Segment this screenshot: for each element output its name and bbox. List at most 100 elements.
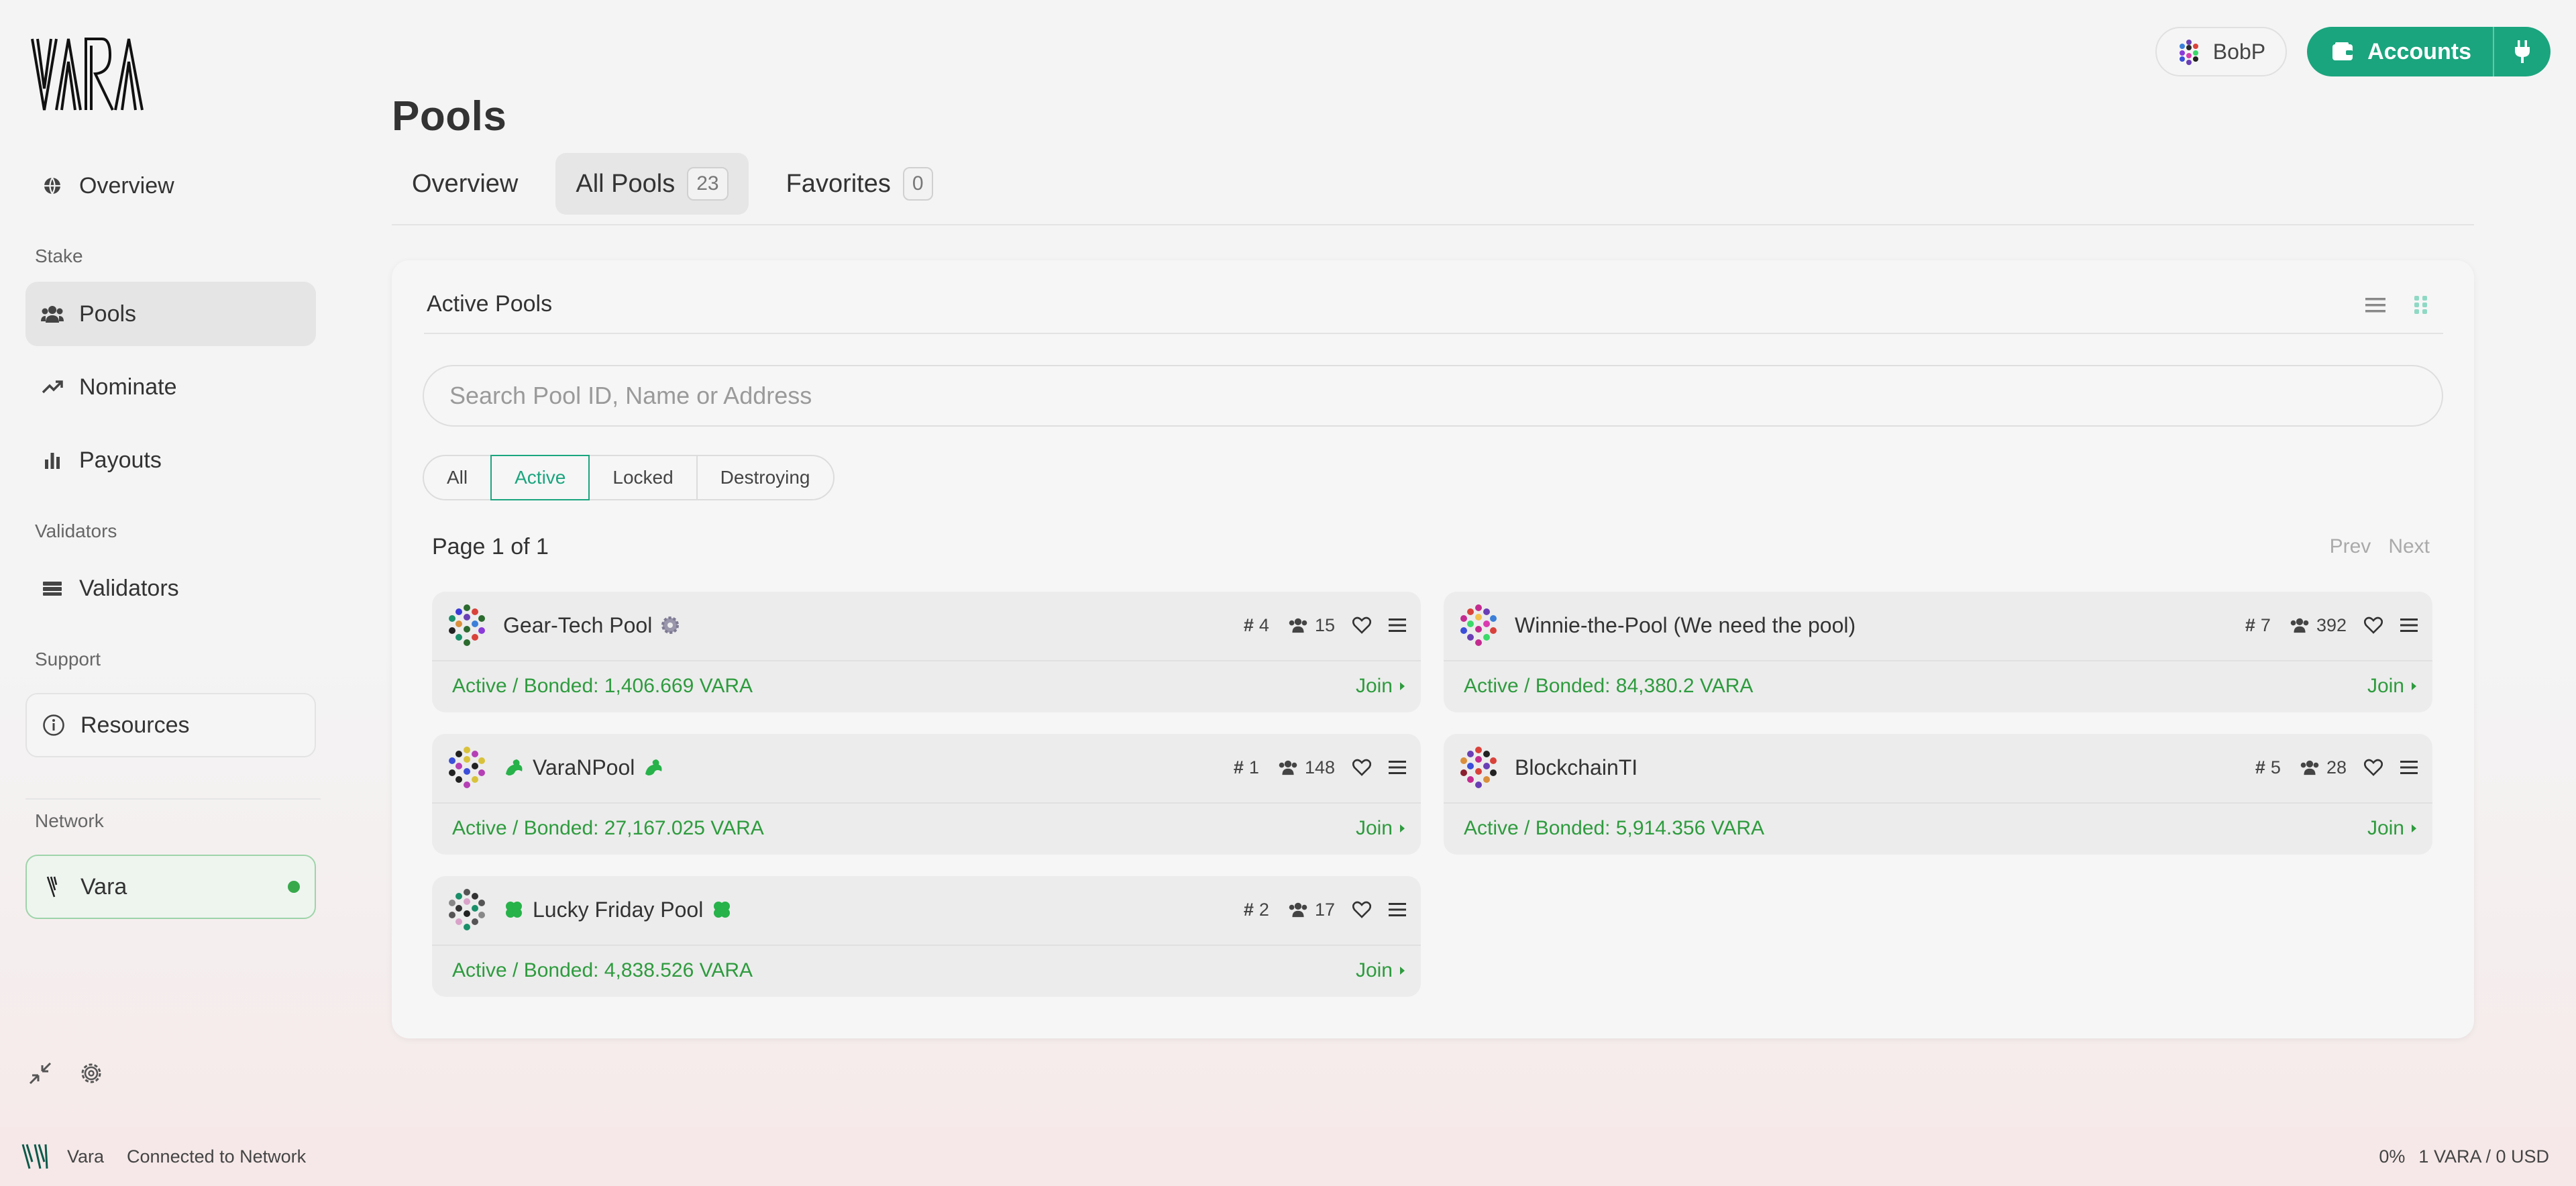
join-label: Join (2367, 817, 2404, 839)
join-button[interactable]: Join (1356, 817, 1406, 840)
pool-identicon-icon (449, 604, 485, 646)
pool-status: Active / Bonded: 5,914.356 VARA (1464, 817, 1765, 839)
filter-active[interactable]: Active (490, 455, 590, 500)
pool-divider (1444, 660, 2432, 661)
pool-id: #4 (1243, 614, 1269, 635)
network-status-dot (288, 881, 300, 893)
users-icon (1289, 902, 1307, 918)
vara-footer-logo (20, 1142, 50, 1171)
pool-name-wrap: Gear-Tech Pool (503, 613, 680, 638)
pool-name-wrap: BlockchainTI (1515, 755, 1638, 780)
clover-emoji-icon (714, 902, 731, 918)
network-name: Vara (80, 873, 127, 900)
pool-name: Winnie-the-Pool (We need the pool) (1515, 612, 1856, 637)
prev-button[interactable]: Prev (2330, 535, 2371, 558)
pool-members-value: 148 (1304, 757, 1335, 777)
favorite-heart-icon[interactable] (2364, 759, 2383, 776)
card-title: Active Pools (427, 291, 553, 317)
pool-identicon-icon (449, 747, 485, 788)
collapse-icon[interactable] (25, 1059, 55, 1088)
tab-favorites[interactable]: Favorites 0 (766, 153, 953, 215)
favorite-heart-icon[interactable] (2364, 616, 2383, 634)
caret-right-icon (1400, 824, 1405, 832)
favorite-heart-icon[interactable] (1352, 759, 1371, 776)
join-button[interactable]: Join (1356, 959, 1406, 982)
gear-emoji-icon (661, 616, 680, 634)
sidebar-bottom-icons (25, 1059, 106, 1088)
search-input[interactable] (423, 365, 2443, 427)
pool-members-value: 17 (1314, 899, 1335, 920)
section-label-stake: Stake (35, 246, 83, 266)
users-icon (1289, 618, 1307, 633)
tab-all-pools[interactable]: All Pools 23 (555, 153, 749, 215)
token-price: 1 VARA / 0 USD (2418, 1146, 2549, 1167)
settings-gear-icon[interactable] (76, 1059, 106, 1088)
network-selector[interactable]: Vara (25, 855, 316, 919)
join-button[interactable]: Join (2367, 817, 2418, 840)
sidebar-item-pools[interactable]: Pools (25, 282, 316, 346)
pool-members-value: 15 (1314, 614, 1335, 635)
sidebar-item-label: Payouts (79, 447, 162, 473)
pool-card[interactable]: Gear-Tech Pool #4 15 Active / Bonded: 1,… (432, 592, 1421, 712)
tab-overview[interactable]: Overview (392, 153, 538, 215)
menu-icon[interactable] (2400, 618, 2418, 633)
pool-name-wrap: Lucky Friday Pool (503, 898, 733, 922)
join-label: Join (2367, 675, 2404, 697)
pools-tabs: Overview All Pools 23 Favorites 0 (392, 153, 953, 215)
menu-icon[interactable] (1389, 902, 1406, 917)
pool-identicon-icon (1460, 747, 1497, 788)
pool-meta: #2 17 (1244, 876, 1406, 943)
pool-card[interactable]: Lucky Friday Pool #2 17 Active / Bonded:… (432, 876, 1421, 997)
users-icon (1279, 760, 1297, 775)
grid-view-icon[interactable] (2410, 294, 2432, 317)
sidebar-item-label: Nominate (79, 374, 177, 400)
menu-icon[interactable] (1389, 760, 1406, 775)
next-button[interactable]: Next (2388, 535, 2430, 558)
sidebar-item-label: Pools (79, 301, 137, 327)
dragon-emoji-icon (506, 759, 523, 775)
vara-logo[interactable] (30, 35, 148, 114)
pool-card[interactable]: VaraNPool #1 148 Active / Bonded: 27,167… (432, 734, 1421, 855)
favorite-heart-icon[interactable] (1352, 616, 1371, 634)
server-icon (40, 576, 64, 600)
pool-divider (432, 802, 1421, 804)
trending-up-icon (40, 375, 64, 399)
sidebar-item-label: Resources (80, 712, 190, 738)
caret-right-icon (1400, 967, 1405, 975)
sidebar-item-payouts[interactable]: Payouts (25, 428, 316, 492)
filter-all[interactable]: All (423, 455, 492, 500)
sidebar-item-validators[interactable]: Validators (25, 556, 316, 621)
accounts-button[interactable]: Accounts (2307, 27, 2551, 76)
pool-meta: #4 15 (1244, 592, 1406, 659)
sidebar-item-overview[interactable]: Overview (25, 154, 316, 218)
pool-card[interactable]: BlockchainTI #5 28 Active / Bonded: 5,91… (1444, 734, 2432, 855)
filter-destroying[interactable]: Destroying (696, 455, 835, 500)
pool-card[interactable]: Winnie-the-Pool (We need the pool) #7 39… (1444, 592, 2432, 712)
pool-status: Active / Bonded: 1,406.669 VARA (452, 675, 753, 697)
pool-members: 17 (1287, 900, 1335, 920)
footer-right: 0% 1 VARA / 0 USD (2379, 1146, 2549, 1167)
join-label: Join (1355, 675, 1393, 697)
pool-id: #7 (2245, 614, 2271, 635)
pool-divider (432, 660, 1421, 661)
sidebar-item-nominate[interactable]: Nominate (25, 355, 316, 419)
sidebar-item-label: Overview (79, 172, 174, 199)
dragon-emoji-icon (645, 759, 662, 775)
pool-status: Active / Bonded: 4,838.526 VARA (452, 959, 753, 981)
account-identicon-icon (2179, 40, 2198, 65)
globe-icon (40, 174, 64, 198)
menu-icon[interactable] (1389, 618, 1406, 633)
sidebar: Overview Stake Pools Nominate Payouts Va… (0, 0, 349, 1127)
active-account-chip[interactable]: BobP (2155, 27, 2288, 76)
list-view-icon[interactable] (2364, 294, 2387, 317)
sidebar-item-resources[interactable]: Resources (25, 693, 316, 757)
info-circle-icon (42, 713, 66, 737)
join-button[interactable]: Join (1356, 675, 1406, 698)
plug-icon[interactable] (2493, 27, 2551, 76)
pool-name-wrap: VaraNPool (503, 755, 664, 780)
filter-locked[interactable]: Locked (588, 455, 698, 500)
menu-icon[interactable] (2400, 760, 2418, 775)
favorite-heart-icon[interactable] (1352, 901, 1371, 918)
join-button[interactable]: Join (2367, 675, 2418, 698)
page-info: Page 1 of 1 (432, 534, 549, 559)
